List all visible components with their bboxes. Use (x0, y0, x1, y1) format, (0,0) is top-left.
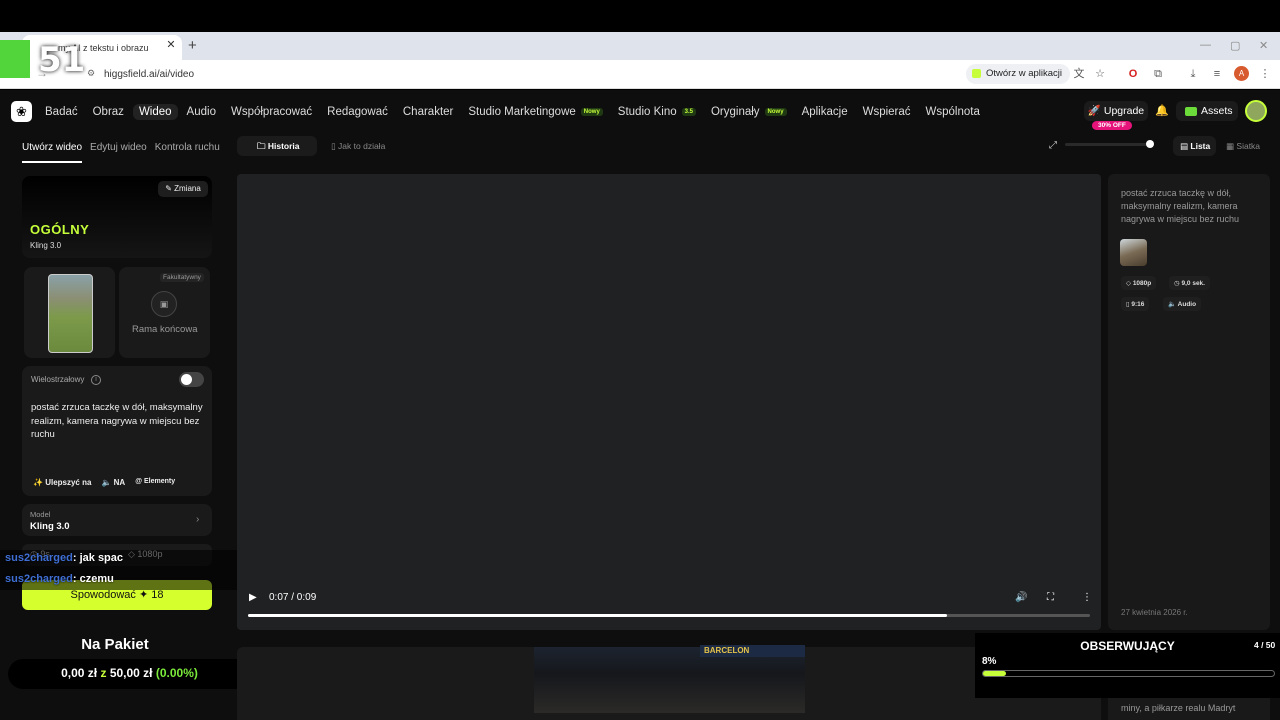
tab-motion-control[interactable]: Kontrola ruchu (155, 142, 220, 163)
url-field[interactable]: higgsfield.ai/ai/video (104, 69, 194, 80)
discount-badge: 30% OFF (1092, 121, 1132, 130)
change-preset-button[interactable]: ✎ Zmiana (158, 181, 208, 197)
reading-list-icon[interactable]: ≡ (1210, 67, 1224, 81)
translate-icon[interactable]: 文 (1072, 67, 1086, 81)
chat-message: sus2charged: jak spac (5, 552, 124, 564)
app-icon (972, 69, 981, 78)
upgrade-button[interactable]: 🚀 Upgrade (1084, 101, 1148, 121)
play-icon[interactable]: ▶ (249, 592, 257, 603)
info-icon[interactable]: i (91, 375, 101, 385)
tab-edit-video[interactable]: Edytuj wideo (90, 142, 147, 163)
create-tabs: Utwórz wideo Edytuj wideo Kontrola ruchu (22, 142, 220, 163)
tab-create-video[interactable]: Utwórz wideo (22, 142, 83, 163)
sound-button[interactable]: 🔈 NA (101, 478, 125, 487)
nav-item-wspolnota[interactable]: Wspólnota (926, 104, 980, 120)
video-progress-fill (248, 614, 947, 617)
nav-item-wideo[interactable]: Wideo (132, 104, 178, 120)
duration-chip: ◷ 9,0 sek. (1169, 276, 1210, 290)
extensions-icon[interactable]: ⧉ (1151, 67, 1165, 81)
screen-top-bar (0, 0, 1280, 32)
elements-button[interactable]: @ Elementy (135, 478, 175, 487)
bookmark-star-icon[interactable]: ☆ (1093, 67, 1107, 81)
stream-badge-icon (0, 40, 30, 78)
ratio-chip: ▯ 9:16 (1121, 297, 1150, 311)
stream-badge-number: 51 (38, 40, 86, 80)
version-badge: 3.5 (681, 108, 696, 116)
site-info-icon[interactable]: ⚙ (87, 68, 95, 79)
nav-item-audio[interactable]: Audio (187, 104, 216, 120)
maximize-icon[interactable]: ▢ (1230, 39, 1240, 52)
followers-progress-fill (983, 671, 1007, 676)
nav-item-studio-marketingowe[interactable]: Studio Marketingowe Nowy (468, 104, 603, 120)
preset-title: OGÓLNY (30, 222, 90, 237)
nav-item-wspolpracowac[interactable]: Współpracować (231, 104, 312, 120)
nav-item-studio-kino[interactable]: Studio Kino 3.5 (618, 104, 696, 120)
new-badge: Nowy (580, 108, 603, 116)
higgsfield-logo[interactable]: ❀ (11, 101, 32, 122)
volume-icon[interactable]: 🔊 (1015, 592, 1027, 603)
profile-avatar[interactable]: A (1234, 66, 1249, 81)
start-frame-thumbnail[interactable] (48, 274, 93, 353)
tab-history[interactable]: 🗀 Historia (257, 141, 300, 155)
list-view-button[interactable]: ▤ Lista (1180, 141, 1210, 152)
nav-item-charakter[interactable]: Charakter (403, 104, 454, 120)
details-prompt: postać zrzuca taczkę w dół, maksymalny r… (1121, 188, 1240, 224)
download-icon[interactable]: ⤓ (1186, 67, 1200, 81)
nav-item-aplikacje[interactable]: Aplikacje (802, 104, 848, 120)
close-window-icon[interactable]: ✕ (1259, 39, 1268, 52)
minimize-icon[interactable]: — (1200, 39, 1211, 51)
folder-icon (1185, 107, 1197, 116)
followers-progress-track (982, 670, 1275, 677)
chat-message: sus2charged: czemu (5, 573, 114, 585)
model-value: Kling 3.0 (30, 521, 70, 532)
tab-how-it-works[interactable]: ▯ Jak to działa (331, 141, 385, 152)
prompt-tools: ✨ Ulepszyć na 🔈 NA @ Elementy (33, 478, 175, 487)
followers-percent: 8% (982, 656, 997, 667)
audio-chip: 🔈 Audio (1163, 297, 1202, 311)
expand-icon[interactable]: ⤢ (1049, 140, 1057, 151)
goal-value: 0,00 zł z 50,00 zł (0.00%) (61, 666, 198, 680)
bell-icon[interactable]: 🔔 (1155, 104, 1169, 117)
video-time: 0:07 / 0:09 (269, 592, 317, 603)
chevron-right-icon: › (196, 514, 200, 525)
grid-view-button[interactable]: ▦ Siatka (1226, 141, 1260, 152)
open-in-app-button[interactable]: Otwórz w aplikacji (966, 64, 1071, 84)
nav-item-wspierac[interactable]: Wspierać (863, 104, 911, 120)
browser-menu-icon[interactable]: ⋮ (1258, 67, 1272, 81)
new-badge: Nowy (764, 108, 787, 116)
resolution-chip: ◇ 1080p (1121, 276, 1157, 290)
end-frame-label: Rama końcowa (132, 324, 198, 335)
video-menu-icon[interactable]: ⋮ (1082, 592, 1092, 603)
details-date: 27 kwietnia 2026 r. (1121, 608, 1188, 617)
tab-close-icon[interactable]: ✕ (164, 38, 178, 52)
opera-icon[interactable]: O (1126, 67, 1140, 81)
prompt-textarea[interactable]: postać zrzuca taczkę w dół, maksymalny r… (31, 401, 206, 442)
fullscreen-icon[interactable]: ⛶ (1047, 592, 1054, 603)
multishot-label: Wielostrzałowy (31, 375, 85, 384)
followers-count: 4 / 50 (1254, 640, 1276, 650)
optional-badge: Fakultatywny (160, 273, 204, 282)
details-thumbnail[interactable] (1120, 239, 1147, 266)
toggle-knob (181, 374, 192, 385)
video-player[interactable] (237, 174, 1101, 630)
new-tab-icon[interactable]: + (188, 37, 197, 54)
next-details-text: miny, a piłkarze realu Madryt (1121, 703, 1236, 713)
main-nav: Badać Obraz Wideo Audio Współpracować Re… (45, 104, 995, 120)
nav-item-oryginaly[interactable]: Oryginały Nowy (711, 104, 787, 120)
open-in-app-label: Otwórz w aplikacji (986, 68, 1063, 79)
nav-item-redagowac[interactable]: Redagować (327, 104, 388, 120)
goal-title: Na Pakiet (81, 636, 149, 653)
zoom-slider-handle[interactable] (1146, 140, 1154, 148)
followers-title: OBSERWUJĄCY (1080, 639, 1175, 653)
nav-item-obraz[interactable]: Obraz (93, 104, 124, 120)
model-label: Model (30, 510, 51, 519)
user-avatar[interactable] (1245, 100, 1267, 122)
nav-item-badac[interactable]: Badać (45, 104, 78, 120)
preset-model: Kling 3.0 (30, 241, 62, 250)
zoom-slider[interactable] (1065, 143, 1153, 146)
image-icon: ▣ (151, 291, 177, 317)
stadium-banner: BARCELON (700, 645, 805, 657)
enhance-button[interactable]: ✨ Ulepszyć na (33, 478, 91, 487)
